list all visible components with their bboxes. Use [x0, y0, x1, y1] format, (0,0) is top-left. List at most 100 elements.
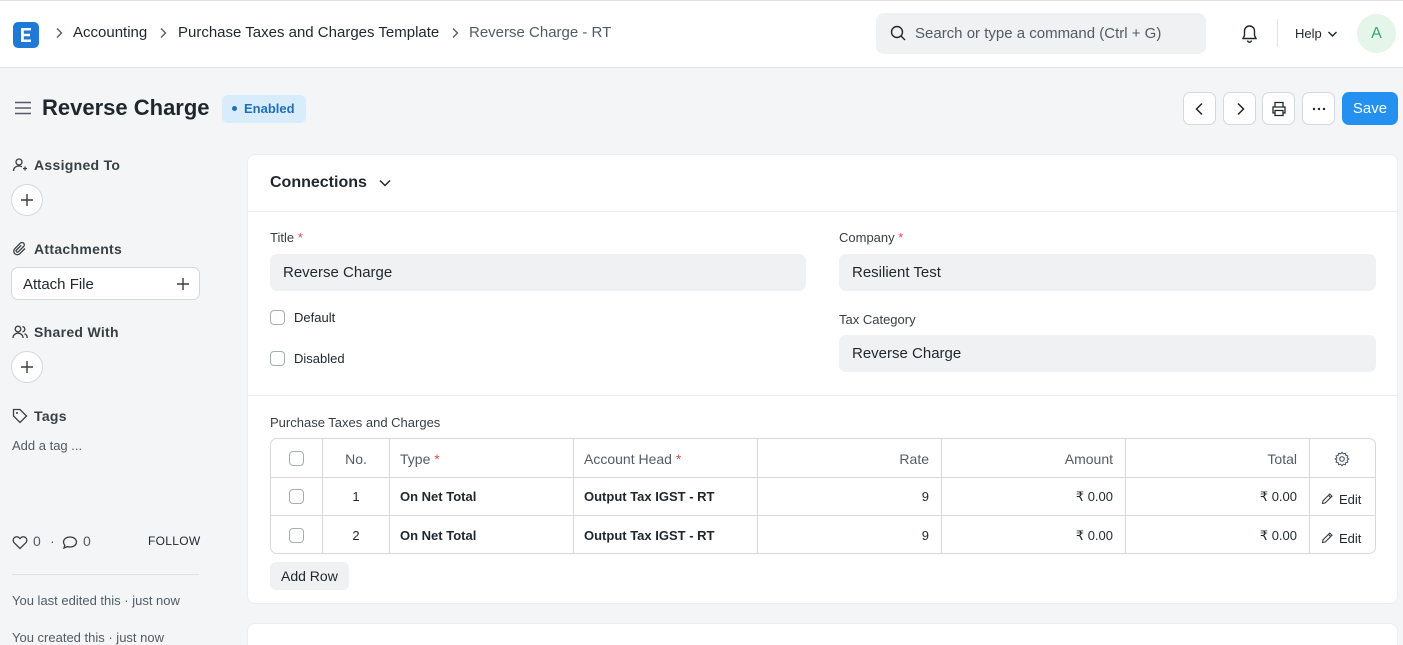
next-section-card — [247, 623, 1398, 645]
add-share-button[interactable] — [11, 351, 43, 383]
row-no: 1 — [352, 489, 360, 504]
taxes-table-label: Purchase Taxes and Charges — [270, 415, 441, 430]
avatar[interactable]: A — [1357, 14, 1396, 53]
chevron-right-icon — [56, 28, 63, 38]
add-tag-link[interactable]: Add a tag ... — [12, 438, 82, 453]
title-input[interactable] — [270, 254, 806, 291]
row-rate[interactable]: 9 — [758, 489, 929, 504]
edit-label: Edit — [1339, 492, 1362, 507]
row-account-head[interactable]: Output Tax IGST - RT — [584, 528, 714, 543]
gear-icon[interactable] — [1334, 451, 1350, 467]
tax-category-label: Tax Category — [839, 312, 916, 327]
default-checkbox[interactable] — [270, 310, 285, 325]
tags-label: Tags — [34, 408, 67, 424]
attachments-label: Attachments — [34, 241, 123, 257]
taxes-table: No. Type * Account Head * Rate Amount To… — [270, 438, 1376, 554]
paperclip-icon — [13, 241, 26, 256]
row-amount[interactable]: ₹ 0.00 — [942, 489, 1113, 505]
row-rate[interactable]: 9 — [758, 528, 929, 543]
comment-count: 0 — [83, 533, 91, 549]
previous-doc-button[interactable] — [1183, 92, 1216, 125]
title-label-text: Title — [270, 230, 295, 245]
plus-icon — [21, 361, 33, 373]
search-bar[interactable] — [876, 13, 1206, 54]
chevron-right-icon — [1237, 102, 1245, 116]
users-icon — [12, 325, 28, 339]
row-total[interactable]: ₹ 0.00 — [1126, 528, 1297, 544]
row-total[interactable]: ₹ 0.00 — [1126, 489, 1297, 505]
pencil-icon — [1321, 493, 1333, 505]
chevron-down-icon[interactable] — [378, 178, 392, 188]
col-header-total: Total — [1267, 451, 1297, 467]
help-menu[interactable]: Help — [1295, 26, 1322, 41]
add-assignee-button[interactable] — [11, 184, 43, 216]
default-checkbox-label: Default — [294, 310, 336, 325]
status-badge-label: Enabled — [244, 101, 295, 116]
tag-icon — [12, 408, 28, 424]
company-field-label: Company * — [839, 230, 903, 245]
like-count: 0 — [33, 533, 41, 549]
breadcrumb-template[interactable]: Purchase Taxes and Charges Template — [178, 24, 439, 41]
search-input[interactable] — [915, 22, 1195, 44]
last-edited-note: You last edited this · just now — [12, 593, 180, 608]
chevron-left-icon — [1195, 102, 1203, 116]
col-divider — [573, 439, 574, 553]
section-divider — [248, 211, 1397, 212]
print-button[interactable] — [1262, 92, 1295, 125]
add-row-button[interactable]: Add Row — [270, 562, 349, 590]
row-amount[interactable]: ₹ 0.00 — [942, 528, 1113, 544]
ellipsis-icon — [1312, 107, 1326, 111]
comment-icon[interactable] — [62, 535, 78, 550]
app-logo-icon[interactable] — [13, 22, 39, 48]
col-header-account-head-text: Account Head — [584, 451, 672, 467]
col-header-account-head: Account Head * — [584, 451, 681, 467]
pencil-icon — [1321, 532, 1333, 544]
heart-icon[interactable] — [12, 535, 28, 550]
row-type[interactable]: On Net Total — [400, 489, 476, 504]
plus-icon — [177, 278, 189, 290]
more-options-button[interactable] — [1302, 92, 1335, 125]
select-all-checkbox[interactable] — [289, 451, 304, 466]
col-header-type-text: Type — [400, 451, 431, 467]
company-input[interactable] — [839, 254, 1376, 291]
attach-file-button[interactable]: Attach File — [11, 267, 200, 300]
row-account-head[interactable]: Output Tax IGST - RT — [584, 489, 714, 504]
required-mark: * — [434, 451, 440, 467]
breadcrumb-current[interactable]: Reverse Charge - RT — [469, 24, 611, 41]
row-divider — [271, 477, 1375, 478]
row-checkbox[interactable] — [289, 489, 304, 504]
hamburger-icon[interactable] — [14, 101, 32, 115]
section-divider — [248, 395, 1397, 396]
printer-icon — [1272, 101, 1286, 117]
status-dot-icon — [232, 106, 237, 112]
col-header-amount: Amount — [1064, 451, 1113, 467]
disabled-checkbox-label: Disabled — [294, 351, 345, 366]
connections-section-title[interactable]: Connections — [270, 174, 367, 192]
page-title: Reverse Charge — [42, 95, 210, 120]
next-doc-button[interactable] — [1223, 92, 1256, 125]
follow-button[interactable]: FOLLOW — [148, 534, 200, 548]
breadcrumb-accounting[interactable]: Accounting — [73, 24, 147, 41]
disabled-checkbox[interactable] — [270, 351, 285, 366]
required-mark: * — [297, 230, 303, 245]
row-no: 2 — [352, 528, 360, 543]
col-divider — [389, 439, 390, 553]
attach-file-label: Attach File — [23, 276, 94, 293]
row-divider — [271, 515, 1375, 516]
title-field-label: Title * — [270, 230, 303, 245]
search-icon — [890, 25, 906, 41]
created-note: You created this · just now — [12, 630, 164, 645]
bell-icon[interactable] — [1240, 24, 1259, 44]
row-checkbox[interactable] — [289, 528, 304, 543]
plus-icon — [21, 194, 33, 206]
edit-label: Edit — [1339, 531, 1362, 546]
company-label-text: Company — [839, 230, 895, 245]
chevron-right-icon — [452, 28, 459, 38]
row-type[interactable]: On Net Total — [400, 528, 476, 543]
tax-category-input[interactable] — [839, 335, 1376, 372]
col-header-type: Type * — [400, 451, 440, 467]
chevron-down-icon[interactable] — [1327, 30, 1338, 38]
assigned-to-label: Assigned To — [34, 157, 121, 173]
shared-with-label: Shared With — [34, 324, 119, 340]
save-button[interactable]: Save — [1342, 92, 1398, 125]
